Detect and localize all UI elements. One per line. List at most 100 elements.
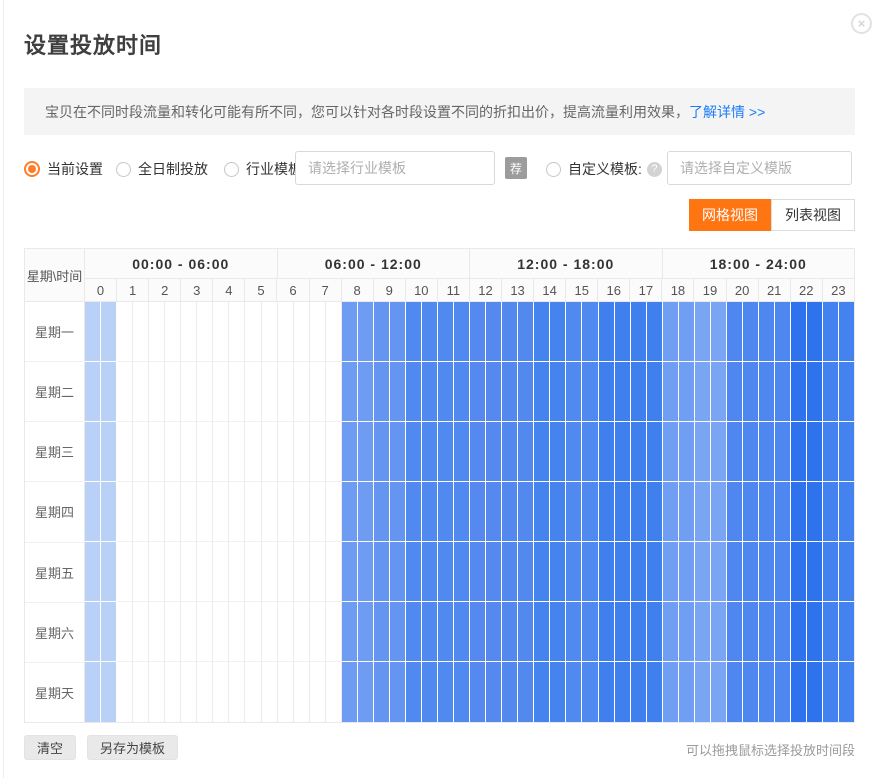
time-cell[interactable] <box>791 422 807 482</box>
time-cell[interactable] <box>486 422 502 482</box>
time-cell[interactable] <box>695 362 711 422</box>
time-cell[interactable] <box>390 602 406 662</box>
time-cell[interactable] <box>133 542 149 602</box>
time-cell[interactable] <box>470 662 486 722</box>
option-all-day[interactable]: 全日制投放 <box>116 159 208 179</box>
time-cell[interactable] <box>775 362 791 422</box>
time-cell[interactable] <box>278 662 294 722</box>
time-cell[interactable] <box>807 422 823 482</box>
time-cell[interactable] <box>294 602 310 662</box>
grid-view-button[interactable]: 网格视图 <box>689 199 771 231</box>
time-cell[interactable] <box>422 662 438 722</box>
time-cell[interactable] <box>647 602 663 662</box>
time-cell[interactable] <box>197 362 213 422</box>
time-cell[interactable] <box>759 362 775 422</box>
time-cell[interactable] <box>213 362 229 422</box>
time-cell[interactable] <box>406 602 422 662</box>
time-cell[interactable] <box>438 362 454 422</box>
time-cell[interactable] <box>310 482 326 542</box>
time-cell[interactable] <box>101 482 117 542</box>
time-cell[interactable] <box>342 482 358 542</box>
time-cell[interactable] <box>390 302 406 362</box>
time-cell[interactable] <box>165 542 181 602</box>
time-cell[interactable] <box>518 422 534 482</box>
help-icon[interactable]: ? <box>647 162 662 177</box>
time-cell[interactable] <box>743 302 759 362</box>
time-cell[interactable] <box>518 662 534 722</box>
time-cell[interactable] <box>663 662 679 722</box>
time-cell[interactable] <box>743 602 759 662</box>
time-cell[interactable] <box>599 362 615 422</box>
time-cell[interactable] <box>229 662 245 722</box>
time-cell[interactable] <box>149 602 165 662</box>
time-cell[interactable] <box>374 422 390 482</box>
time-cell[interactable] <box>807 662 823 722</box>
time-cell[interactable] <box>358 482 374 542</box>
time-cell[interactable] <box>245 662 261 722</box>
time-cell[interactable] <box>470 422 486 482</box>
time-cell[interactable] <box>133 362 149 422</box>
time-cell[interactable] <box>695 542 711 602</box>
time-cell[interactable] <box>711 662 727 722</box>
time-cell[interactable] <box>454 422 470 482</box>
time-cell[interactable] <box>502 362 518 422</box>
time-cell[interactable] <box>133 422 149 482</box>
time-cell[interactable] <box>791 362 807 422</box>
time-cell[interactable] <box>582 482 598 542</box>
time-cell[interactable] <box>229 482 245 542</box>
time-cell[interactable] <box>342 362 358 422</box>
time-cell[interactable] <box>727 662 743 722</box>
time-cell[interactable] <box>262 422 278 482</box>
time-cell[interactable] <box>454 302 470 362</box>
time-cell[interactable] <box>310 302 326 362</box>
time-cell[interactable] <box>566 482 582 542</box>
time-cell[interactable] <box>197 482 213 542</box>
time-cell[interactable] <box>791 542 807 602</box>
time-cell[interactable] <box>534 542 550 602</box>
time-cell[interactable] <box>727 362 743 422</box>
time-cell[interactable] <box>422 422 438 482</box>
time-cell[interactable] <box>262 662 278 722</box>
time-cell[interactable] <box>582 542 598 602</box>
time-cell[interactable] <box>663 482 679 542</box>
time-cell[interactable] <box>599 302 615 362</box>
time-cell[interactable] <box>165 602 181 662</box>
time-cell[interactable] <box>438 662 454 722</box>
time-cell[interactable] <box>197 422 213 482</box>
time-cell[interactable] <box>679 662 695 722</box>
time-cell[interactable] <box>422 362 438 422</box>
time-cell[interactable] <box>117 662 133 722</box>
time-cell[interactable] <box>502 422 518 482</box>
time-cell[interactable] <box>582 302 598 362</box>
time-cell[interactable] <box>406 302 422 362</box>
time-cell[interactable] <box>390 362 406 422</box>
time-cell[interactable] <box>117 422 133 482</box>
time-cell[interactable] <box>502 302 518 362</box>
time-cell[interactable] <box>342 662 358 722</box>
time-cell[interactable] <box>679 542 695 602</box>
time-cell[interactable] <box>438 542 454 602</box>
time-cell[interactable] <box>631 542 647 602</box>
time-cell[interactable] <box>582 422 598 482</box>
time-cell[interactable] <box>743 362 759 422</box>
time-cell[interactable] <box>615 302 631 362</box>
time-cell[interactable] <box>85 302 101 362</box>
time-cell[interactable] <box>839 422 854 482</box>
time-cell[interactable] <box>101 602 117 662</box>
time-cell[interactable] <box>181 482 197 542</box>
time-cell[interactable] <box>213 422 229 482</box>
learn-more-link[interactable]: 了解详情 >> <box>689 102 765 122</box>
time-cell[interactable] <box>213 602 229 662</box>
time-cell[interactable] <box>711 482 727 542</box>
time-cell[interactable] <box>550 602 566 662</box>
time-cell[interactable] <box>631 302 647 362</box>
time-cell[interactable] <box>566 422 582 482</box>
time-cell[interactable] <box>85 482 101 542</box>
time-cell[interactable] <box>165 422 181 482</box>
time-cell[interactable] <box>823 662 839 722</box>
time-cell[interactable] <box>326 482 342 542</box>
time-cell[interactable] <box>133 662 149 722</box>
time-cell[interactable] <box>262 302 278 362</box>
time-cell[interactable] <box>470 542 486 602</box>
time-cell[interactable] <box>550 422 566 482</box>
